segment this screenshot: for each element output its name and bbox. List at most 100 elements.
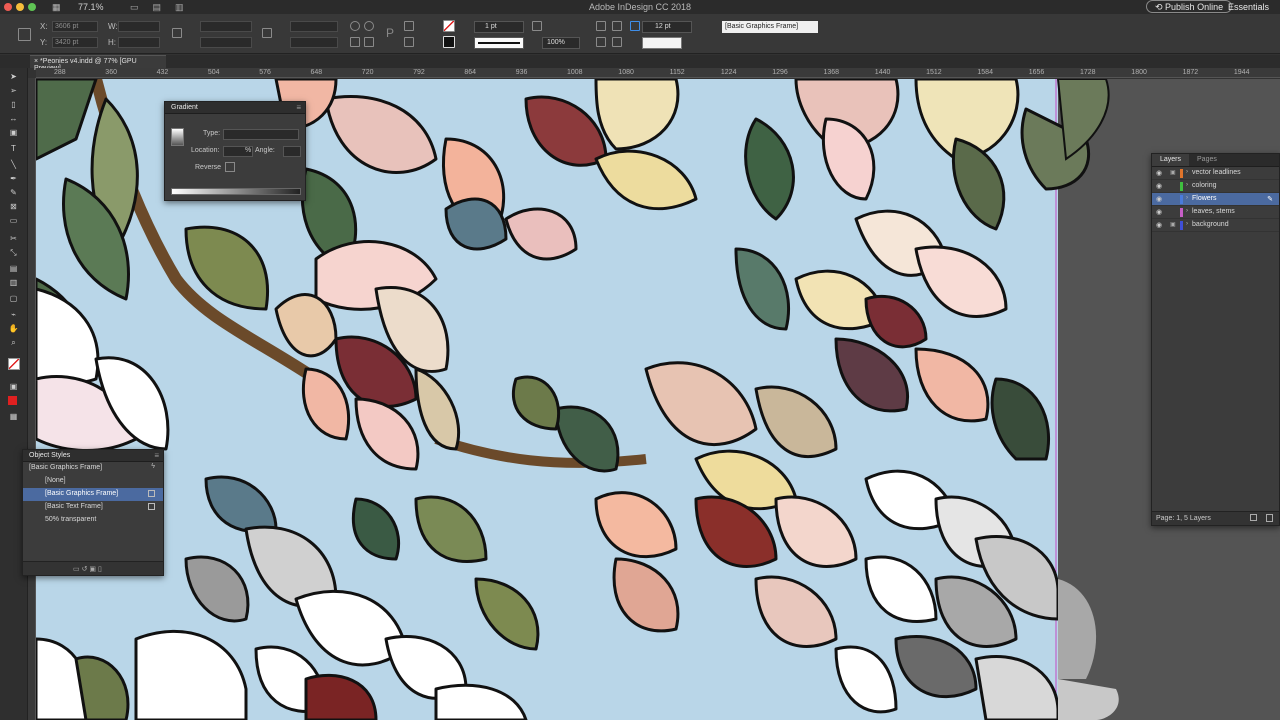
ruler-tick-label: 1944	[1233, 69, 1250, 76]
publish-online-button[interactable]: ⟲ Publish Online	[1146, 0, 1233, 13]
zoom-tool-icon[interactable]: ⌕	[8, 338, 19, 347]
scale-x-field[interactable]	[200, 21, 252, 32]
panel-menu-icon[interactable]: ≡	[154, 451, 159, 460]
angle-field[interactable]	[283, 146, 301, 157]
selection-tool-icon[interactable]: ➤	[8, 72, 19, 81]
gradient-swatch-tool-icon[interactable]: ▤	[8, 264, 19, 273]
expand-arrow-icon[interactable]: ›	[1186, 169, 1188, 175]
expand-arrow-icon[interactable]: ›	[1186, 221, 1188, 227]
direct-selection-tool-icon[interactable]: ➢	[8, 86, 19, 95]
rotate-ccw-icon[interactable]	[364, 21, 374, 31]
delete-style-icon[interactable]: ▯	[98, 566, 102, 573]
visibility-eye-icon[interactable]: ◉	[1156, 169, 1162, 177]
auto-fit-icon[interactable]	[630, 21, 640, 31]
document-tab[interactable]: × *Peonies v4.indd @ 77% [GPU Preview]	[30, 55, 166, 72]
pen-tool-icon[interactable]: ✒	[8, 174, 19, 183]
gradient-panel-header[interactable]: Gradient ≡	[165, 102, 305, 114]
expand-arrow-icon[interactable]: ›	[1186, 195, 1188, 201]
fit-content-icon[interactable]	[596, 37, 606, 47]
delete-layer-icon[interactable]	[1266, 514, 1273, 522]
object-styles-panel: Object Styles ≡ [Basic Graphics Frame] ϟ…	[22, 449, 164, 576]
opacity-field[interactable]: 100%	[542, 37, 580, 49]
hand-tool-icon[interactable]: ✋	[8, 324, 19, 333]
publish-icon: ⟲	[1155, 2, 1166, 12]
lock-icon[interactable]: ▣	[1170, 221, 1176, 228]
layer-row[interactable]: ◉ › leaves, stems	[1152, 206, 1279, 219]
rotation-field[interactable]	[290, 21, 338, 32]
expand-arrow-icon[interactable]: ›	[1186, 182, 1188, 188]
object-style-select[interactable]: [Basic Graphics Frame]	[722, 21, 818, 33]
rectangle-tool-icon[interactable]: ▭	[8, 216, 19, 225]
visibility-eye-icon[interactable]: ◉	[1156, 221, 1162, 229]
panel-menu-icon[interactable]: ≡	[296, 103, 301, 112]
eyedropper-tool-icon[interactable]: ⌁	[8, 310, 19, 319]
flip-vertical-icon[interactable]	[364, 37, 374, 47]
swatch-field[interactable]	[642, 37, 682, 49]
x-field[interactable]: 3606 pt	[52, 21, 98, 32]
free-transform-tool-icon[interactable]: ⤡	[8, 248, 19, 257]
gradient-type-select[interactable]	[223, 129, 299, 140]
corner-size-field[interactable]: 12 pt	[642, 21, 692, 33]
rectangle-frame-tool-icon[interactable]: ⊠	[8, 202, 19, 211]
reference-point-icon[interactable]	[18, 28, 31, 41]
object-styles-header[interactable]: Object Styles ≡	[23, 450, 163, 462]
type-tool-icon[interactable]: T	[8, 144, 19, 153]
y-field[interactable]: 3420 pt	[52, 37, 98, 48]
p-icon[interactable]: P	[386, 26, 394, 40]
line-tool-icon[interactable]: ╲	[8, 160, 19, 169]
gap-tool-icon[interactable]: ↔	[8, 114, 19, 123]
reverse-button[interactable]	[225, 162, 235, 172]
pencil-tool-icon[interactable]: ✎	[8, 188, 19, 197]
flip-horizontal-icon[interactable]	[350, 37, 360, 47]
formatting-container-icon[interactable]: ▣	[8, 382, 19, 391]
new-layer-icon[interactable]	[1250, 514, 1257, 521]
scissors-tool-icon[interactable]: ✂	[8, 234, 19, 243]
chain-link-icon[interactable]	[262, 28, 272, 38]
layer-list: ◉ ▣ › vector leadlines ◉ › coloring ◉ › Flowers ✎ ◉…	[1152, 167, 1279, 232]
tab-pages[interactable]: Pages	[1189, 154, 1225, 166]
rotate-cw-icon[interactable]	[350, 21, 360, 31]
lock-icon[interactable]: ▣	[1170, 169, 1176, 176]
constrain-proportions-icon[interactable]	[172, 28, 182, 38]
gradient-feather-tool-icon[interactable]: ▥	[8, 278, 19, 287]
gradient-ramp[interactable]	[171, 188, 301, 195]
layer-row[interactable]: ◉ ▣ › background	[1152, 219, 1279, 232]
visibility-eye-icon[interactable]: ◉	[1156, 182, 1162, 190]
scale-y-field[interactable]	[200, 37, 252, 48]
lightning-icon[interactable]: ϟ	[151, 463, 155, 470]
layer-row[interactable]: ◉ ▣ › vector leadlines	[1152, 167, 1279, 180]
apply-none-icon[interactable]	[8, 396, 17, 405]
content-collector-icon[interactable]: ▣	[8, 128, 19, 137]
stroke-weight-field[interactable]: 1 pt	[474, 21, 524, 33]
fill-none-icon[interactable]	[443, 20, 455, 32]
h-field[interactable]	[118, 37, 160, 48]
object-style-item[interactable]: 50% transparent	[23, 514, 163, 527]
new-group-icon[interactable]: ▭	[73, 566, 82, 573]
fill-swatch-icon[interactable]	[8, 358, 20, 370]
tab-layers[interactable]: Layers	[1152, 154, 1190, 166]
layer-row[interactable]: ◉ › coloring	[1152, 180, 1279, 193]
fx-icon[interactable]	[532, 21, 542, 31]
expand-arrow-icon[interactable]: ›	[1186, 208, 1188, 214]
text-wrap-bbox-icon[interactable]	[612, 21, 622, 31]
ruler-tick-label: 936	[515, 69, 528, 76]
workspace-switcher[interactable]: Essentials	[1228, 2, 1269, 12]
shear-field[interactable]	[290, 37, 338, 48]
object-style-item[interactable]: [Basic Text Frame]	[23, 501, 163, 514]
fit-frame-icon[interactable]	[612, 37, 622, 47]
object-style-item[interactable]: [Basic Graphics Frame]	[23, 488, 163, 501]
select-content-icon[interactable]	[404, 37, 414, 47]
object-style-item[interactable]: [None]	[23, 475, 163, 488]
stroke-black-icon[interactable]	[443, 36, 455, 48]
new-style-icon[interactable]: ▣	[89, 566, 98, 573]
stroke-type-select[interactable]	[474, 37, 524, 49]
note-tool-icon[interactable]: ▢	[8, 294, 19, 303]
screen-mode-tool-icon[interactable]: ▦	[8, 412, 19, 421]
w-field[interactable]	[118, 21, 160, 32]
text-wrap-icon[interactable]	[596, 21, 606, 31]
visibility-eye-icon[interactable]: ◉	[1156, 195, 1162, 203]
select-container-icon[interactable]	[404, 21, 414, 31]
layer-row[interactable]: ◉ › Flowers ✎	[1152, 193, 1279, 206]
page-tool-icon[interactable]: ▯	[8, 100, 19, 109]
visibility-eye-icon[interactable]: ◉	[1156, 208, 1162, 216]
